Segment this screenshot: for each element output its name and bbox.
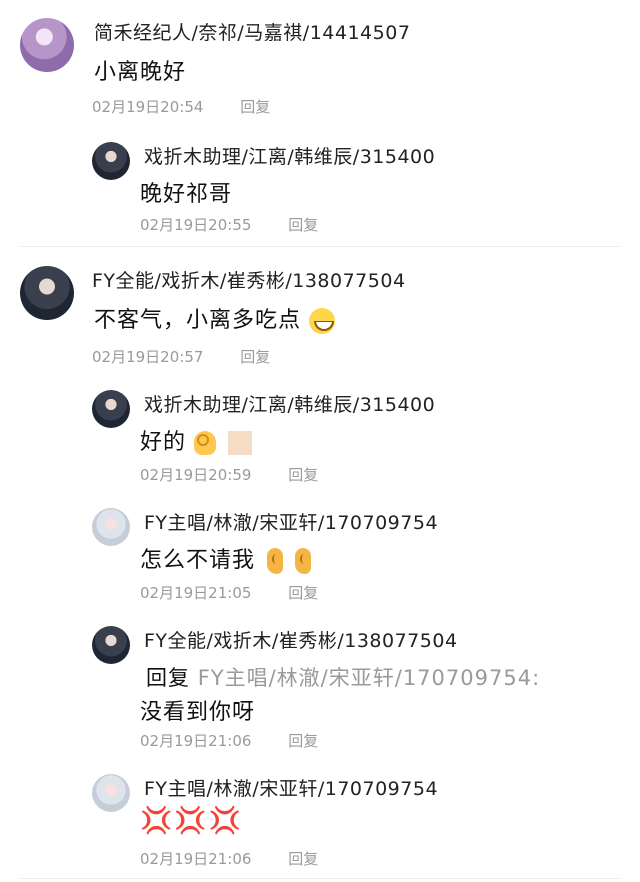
comment-time: 02月19日20:54	[92, 98, 204, 116]
comment-meta: 02月19日21:06 回复	[140, 730, 318, 751]
commenter-name[interactable]: 戏折木助理/江离/韩维辰/315400	[144, 390, 435, 417]
reply-button[interactable]: 回复	[240, 348, 270, 366]
ear-emoji-icon	[267, 548, 284, 574]
reply-button[interactable]: 回复	[288, 732, 318, 750]
reply-button[interactable]: 回复	[288, 466, 318, 484]
divider	[20, 246, 620, 247]
commenter-name[interactable]: FY主唱/林澈/宋亚轩/170709754	[144, 508, 438, 535]
comment-meta: 02月19日20:54 回复	[92, 96, 270, 117]
comment-text: 晚好祁哥	[140, 182, 233, 207]
comment-time: 02月19日21:06	[140, 732, 252, 750]
avatar[interactable]	[20, 18, 74, 72]
comment-text: 不客气，小离多吃点	[94, 308, 302, 333]
avatar[interactable]	[92, 142, 130, 180]
comment-meta: 02月19日20:59 回复	[140, 464, 318, 485]
comment-text: 怎么不请我	[140, 548, 256, 573]
comment-meta: 02月19日20:55 回复	[140, 214, 318, 235]
comment-text: 小离晚好	[94, 60, 187, 85]
comment-meta: 02月19日20:57 回复	[92, 346, 270, 367]
avatar[interactable]	[20, 266, 74, 320]
comment-text-row: 不客气，小离多吃点	[94, 302, 336, 334]
divider	[20, 878, 620, 879]
commenter-name[interactable]: FY全能/戏折木/崔秀彬/138077504	[144, 626, 458, 653]
reply-button[interactable]: 回复	[288, 584, 318, 602]
comment-time: 02月19日20:57	[92, 348, 204, 366]
comment-meta: 02月19日21:05 回复	[140, 582, 318, 603]
ok-hand-emoji-icon	[194, 431, 217, 455]
avatar[interactable]	[92, 508, 130, 546]
comment-text-row: 怎么不请我	[140, 542, 312, 574]
comment-text-row: 好的	[140, 424, 253, 456]
comment-text: 好的	[140, 430, 187, 455]
reply-button[interactable]: 回复	[288, 216, 318, 234]
reply-button[interactable]: 回复	[240, 98, 270, 116]
avatar[interactable]	[92, 774, 130, 812]
comment-time: 02月19日20:59	[140, 466, 252, 484]
avatar[interactable]	[92, 390, 130, 428]
reply-target-name[interactable]: FY主唱/林澈/宋亚轩/170709754:	[198, 666, 540, 690]
comment-reply-line: 回复 FY主唱/林澈/宋亚轩/170709754:	[146, 662, 540, 692]
comment-time: 02月19日21:06	[140, 850, 252, 868]
commenter-name[interactable]: FY主唱/林澈/宋亚轩/170709754	[144, 774, 438, 801]
comment-time: 02月19日20:55	[140, 216, 252, 234]
commenter-name[interactable]: 戏折木助理/江离/韩维辰/315400	[144, 142, 435, 169]
reply-prefix: 回复	[146, 666, 190, 690]
commenter-name[interactable]: FY全能/戏折木/崔秀彬/138077504	[92, 266, 406, 293]
avatar[interactable]	[92, 626, 130, 664]
commenter-name[interactable]: 简禾经纪人/奈祁/马嘉祺/14414507	[94, 18, 410, 45]
comment-meta: 02月19日21:06 回复	[140, 848, 318, 869]
comment-text: 💢💢💢	[140, 806, 244, 836]
ear-emoji-icon	[295, 548, 312, 574]
skin-tone-modifier-icon	[228, 431, 253, 455]
comment-time: 02月19日21:05	[140, 584, 252, 602]
reply-button[interactable]: 回复	[288, 850, 318, 868]
comment-text: 没看到你呀	[140, 700, 256, 725]
grinning-emoji-icon	[309, 308, 336, 334]
